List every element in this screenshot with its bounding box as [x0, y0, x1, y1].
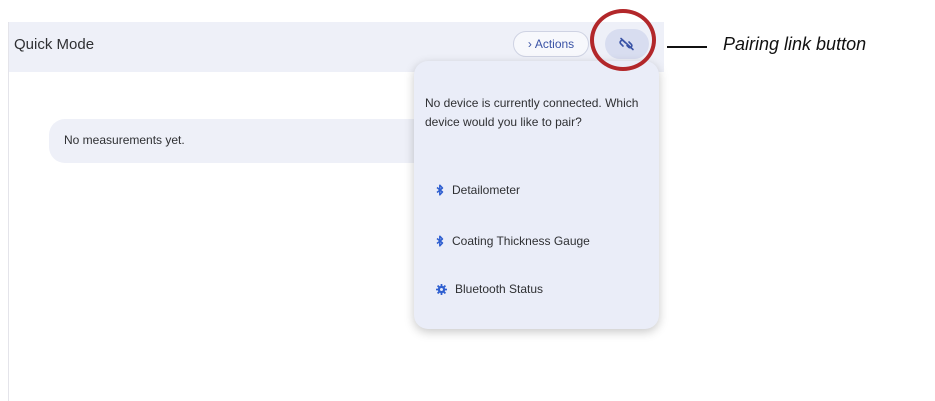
bluetooth-icon — [436, 235, 444, 247]
menu-item-label: Coating Thickness Gauge — [452, 234, 590, 248]
menu-item-label: Bluetooth Status — [455, 282, 544, 296]
empty-message-text: No measurements yet. — [64, 133, 185, 147]
menu-item-coating-thickness-gauge[interactable]: Coating Thickness Gauge — [436, 230, 590, 252]
popover-prompt: No device is currently connected. Which … — [425, 96, 639, 129]
chevron-right-icon: › — [527, 37, 532, 51]
menu-item-label: Detailometer — [452, 183, 521, 197]
pairing-popover: No device is currently connected. Which … — [414, 61, 659, 329]
callout-label: Pairing link button — [723, 34, 867, 54]
bluetooth-icon — [436, 184, 444, 196]
menu-item-detailometer[interactable]: Detailometer — [436, 179, 520, 201]
highlight-circle — [590, 9, 656, 71]
actions-button[interactable]: › Actions — [513, 31, 589, 57]
menu-item-bluetooth-status[interactable]: Bluetooth Status — [436, 278, 543, 300]
gear-icon — [436, 283, 447, 295]
page-title: Quick Mode — [14, 36, 95, 53]
actions-button-label: Actions — [534, 37, 575, 51]
empty-measurements-message: No measurements yet. — [49, 119, 429, 163]
callout-line — [667, 46, 707, 48]
